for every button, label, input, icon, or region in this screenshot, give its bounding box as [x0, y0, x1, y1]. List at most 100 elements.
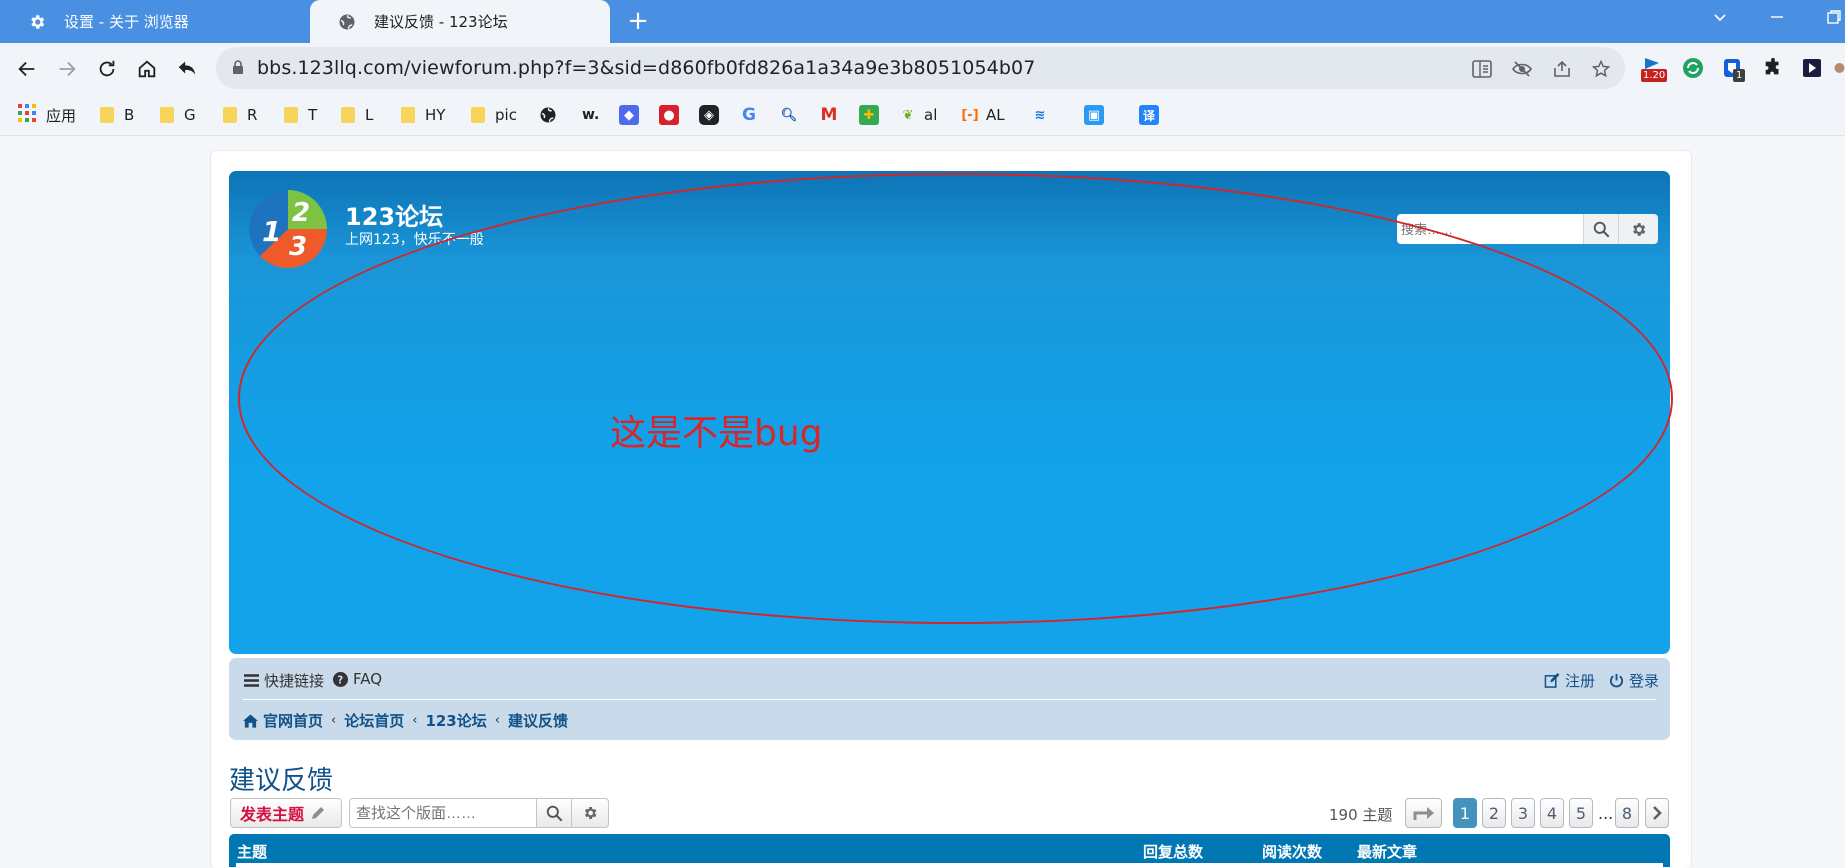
new-topic-button[interactable]: 发表主题 [230, 798, 342, 828]
bookmark-folder-hy[interactable]: HY [401, 103, 445, 127]
tab-forum[interactable]: 建议反馈 - 123论坛 [310, 0, 610, 43]
page-1[interactable]: 1 [1453, 798, 1477, 828]
eye-off-icon[interactable] [1511, 58, 1533, 80]
page-4[interactable]: 4 [1540, 798, 1564, 828]
bookmark-search[interactable]: 🔍︎ [779, 103, 799, 127]
power-icon [1609, 673, 1624, 688]
page-5[interactable]: 5 [1569, 798, 1593, 828]
bookmark-gmail[interactable]: M [819, 103, 839, 127]
forum-title[interactable]: 建议反馈 [229, 760, 333, 797]
wind-icon: ≋ [1034, 107, 1046, 123]
header-search-button[interactable] [1583, 214, 1619, 244]
folder-icon [160, 107, 174, 123]
google-icon: G [742, 105, 756, 125]
reload-button[interactable] [94, 56, 120, 82]
forum-navbar: 快捷链接 ? FAQ 注册 登录 官网首页 ‹ 论坛首页 ‹ 123论坛 ‹ 建… [229, 658, 1670, 740]
bookmark-maps[interactable]: ✚ [859, 103, 879, 127]
faq-link[interactable]: ? FAQ [333, 670, 382, 688]
media-player-icon[interactable] [1799, 55, 1825, 81]
folder-icon [401, 107, 415, 123]
column-replies: 回复总数 [1143, 843, 1204, 861]
browser-tab-strip: 设置 - 关于 浏览器 建议反馈 - 123论坛 + [0, 0, 1845, 43]
bookmark-wind[interactable]: ≋ [1030, 103, 1050, 127]
tab-search-icon[interactable] [1712, 9, 1728, 30]
address-bar[interactable]: bbs.123llq.com/viewforum.php?f=3&sid=d86… [216, 47, 1625, 89]
bookmark-label: G [184, 106, 196, 124]
share-icon[interactable] [1551, 58, 1573, 80]
login-label: 登录 [1629, 672, 1660, 690]
bookmark-folder-l[interactable]: L [341, 103, 373, 127]
search-icon [1593, 221, 1610, 237]
register-link[interactable]: 注册 [1544, 670, 1595, 691]
breadcrumb-item[interactable]: 建议反馈 [508, 710, 568, 731]
tab-title: 设置 - 关于 浏览器 [64, 13, 189, 31]
back-button[interactable] [14, 56, 40, 82]
bookmark-folder-b[interactable]: B [100, 103, 134, 127]
forward-button[interactable] [54, 56, 80, 82]
navbar-divider [243, 699, 1656, 700]
annotation-ellipse [238, 173, 1673, 624]
extension-video-icon[interactable]: 1.20 [1641, 55, 1668, 82]
bookmark-apps[interactable]: 应用 [18, 103, 76, 127]
image-icon: ▣ [1084, 105, 1104, 125]
column-views: 阅读次数 [1262, 843, 1323, 861]
breadcrumb-separator: ‹ [331, 713, 337, 728]
extension-sync-icon[interactable] [1680, 55, 1706, 81]
page-8[interactable]: 8 [1615, 798, 1639, 828]
bookmark-al[interactable]: ❦ al [898, 103, 938, 127]
bookmark-label: 应用 [46, 106, 77, 125]
site-logo[interactable]: 1 2 3 [248, 189, 328, 269]
forum-advanced-search-button[interactable] [571, 798, 609, 828]
bookmark-label: T [308, 106, 318, 124]
site-title[interactable]: 123论坛 [345, 197, 443, 232]
jump-to-page-button[interactable] [1405, 798, 1442, 828]
breadcrumb-item[interactable]: 官网首页 [263, 710, 323, 731]
page-2[interactable]: 2 [1482, 798, 1506, 828]
pencil-icon [311, 806, 325, 820]
bookmarks-bar: 应用 B G R T L HY pic w. ◆ ● ◈ G 🔍︎ M ✚ ❦ … [0, 95, 1845, 136]
extensions-puzzle-icon[interactable] [1760, 55, 1786, 81]
bookmark-label: R [247, 106, 258, 124]
home-button[interactable] [134, 56, 160, 82]
folder-icon [284, 107, 298, 123]
advanced-search-button[interactable] [1618, 214, 1658, 244]
bookmark-label: HY [425, 106, 446, 124]
bookmark-globe[interactable] [538, 103, 558, 127]
bookmark-aliyun[interactable]: [-] AL [960, 103, 1005, 127]
bookmark-w[interactable]: w. [582, 103, 599, 127]
bookmark-red[interactable]: ● [659, 103, 679, 127]
bookmark-label: AL [986, 106, 1005, 124]
bookmark-google[interactable]: G [739, 103, 759, 127]
page-3[interactable]: 3 [1511, 798, 1535, 828]
restore-icon[interactable] [1826, 9, 1842, 30]
forum-search-input[interactable] [349, 798, 537, 828]
search-icon [546, 805, 562, 821]
forum-search-button[interactable] [536, 798, 572, 828]
new-tab-button[interactable]: + [625, 8, 651, 34]
quicklinks-menu[interactable]: 快捷链接 [244, 670, 324, 691]
reader-mode-icon[interactable] [1471, 58, 1493, 80]
globe-icon [538, 105, 558, 125]
login-link[interactable]: 登录 [1609, 670, 1659, 691]
bookmark-blue-shield[interactable]: ◆ [619, 103, 639, 127]
forum-search [349, 798, 609, 828]
bookmark-folder-pic[interactable]: pic [471, 103, 517, 127]
lock-icon[interactable] [232, 60, 244, 79]
extension-bitwarden-icon[interactable]: 1 [1720, 55, 1746, 82]
breadcrumb-item[interactable]: 论坛首页 [344, 710, 404, 731]
next-page-button[interactable] [1645, 798, 1669, 828]
apps-grid-icon [18, 104, 36, 126]
bookmark-dark[interactable]: ◈ [699, 103, 719, 127]
bookmark-folder-t[interactable]: T [284, 103, 317, 127]
bookmark-translate[interactable]: 译 [1139, 103, 1159, 127]
profile-avatar[interactable] [1834, 55, 1845, 81]
undo-button[interactable] [174, 56, 200, 82]
bookmark-image[interactable]: ▣ [1084, 103, 1104, 127]
minimize-icon[interactable] [1769, 4, 1785, 25]
breadcrumb-item[interactable]: 123论坛 [425, 710, 486, 731]
bookmark-folder-g[interactable]: G [160, 103, 196, 127]
tab-settings[interactable]: 设置 - 关于 浏览器 [0, 0, 305, 43]
map-icon: ✚ [859, 105, 879, 125]
bookmark-folder-r[interactable]: R [223, 103, 257, 127]
star-icon[interactable] [1590, 58, 1612, 80]
